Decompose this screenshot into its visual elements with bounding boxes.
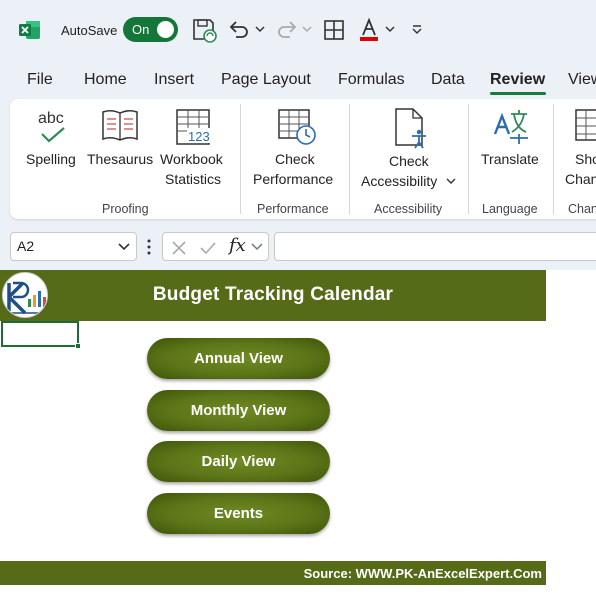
- thesaurus-book-icon: [102, 109, 138, 141]
- workbook-label: Workbook: [160, 151, 223, 167]
- check-label: Check: [389, 153, 429, 169]
- undo-icon[interactable]: [226, 17, 252, 43]
- excel-logo-icon: [19, 21, 40, 39]
- tab-page-layout[interactable]: Page Layout: [221, 71, 311, 89]
- name-box[interactable]: A2: [10, 232, 137, 261]
- group-label-performance: Performance: [257, 202, 329, 216]
- selected-cell-a2[interactable]: [1, 321, 79, 347]
- ribbon-separator: [240, 104, 241, 214]
- pk-logo-icon: [2, 272, 48, 318]
- chevron-down-icon: [446, 178, 456, 184]
- performance-label: Performance: [253, 171, 334, 187]
- changes-label: Chan: [565, 171, 596, 187]
- insert-function-icon[interactable]: fx: [229, 235, 246, 256]
- autosave-label: AutoSave: [61, 23, 118, 38]
- tab-insert[interactable]: Insert: [154, 71, 194, 89]
- formula-controls: fx: [162, 232, 269, 261]
- tab-view[interactable]: View: [568, 71, 596, 89]
- autosave-toggle[interactable]: On: [123, 17, 178, 42]
- ribbon-separator: [349, 104, 350, 214]
- translate-label: Translate: [481, 151, 539, 167]
- redo-dropdown-icon[interactable]: [301, 23, 313, 35]
- tab-data[interactable]: Data: [431, 71, 465, 89]
- check-label: Check: [275, 151, 315, 167]
- redo-icon[interactable]: [274, 17, 300, 43]
- tab-formulas[interactable]: Formulas: [338, 71, 405, 89]
- autosave-state: On: [132, 22, 150, 37]
- dashboard-title: Budget Tracking Calendar: [152, 284, 394, 305]
- font-color-icon[interactable]: [356, 17, 382, 43]
- check-accessibility-icon: [395, 108, 426, 149]
- fill-handle[interactable]: [75, 343, 81, 349]
- active-tab-indicator: [490, 92, 546, 95]
- sheet-bottom-area: [0, 585, 596, 598]
- chevron-down-icon[interactable]: [118, 242, 130, 252]
- workbook-statistics-icon: 123: [176, 109, 212, 145]
- source-link[interactable]: Source: WWW.PK-AnExcelExpert.Com: [304, 566, 542, 581]
- spelling-icon: abc: [38, 110, 65, 143]
- customize-toolbar-icon[interactable]: [411, 23, 423, 35]
- annual-view-button[interactable]: Annual View: [147, 338, 330, 379]
- group-label-changes: Chan: [568, 202, 596, 216]
- borders-icon[interactable]: [321, 17, 347, 43]
- show-changes-icon: [575, 109, 596, 141]
- group-label-proofing: Proofing: [102, 202, 149, 216]
- thesaurus-label: Thesaurus: [87, 151, 154, 167]
- daily-view-button[interactable]: Daily View: [147, 441, 330, 482]
- undo-dropdown-icon[interactable]: [254, 23, 266, 35]
- show-label: Sho: [575, 151, 596, 167]
- check-performance-icon: [278, 109, 316, 145]
- statistics-label: Statistics: [165, 171, 222, 187]
- events-button[interactable]: Events: [147, 493, 330, 534]
- tab-home[interactable]: Home: [84, 71, 127, 89]
- name-box-value: A2: [17, 238, 35, 254]
- translate-icon: [493, 110, 528, 144]
- ribbon-separator: [468, 104, 469, 214]
- tab-file[interactable]: File: [27, 71, 53, 89]
- svg-text:abc: abc: [38, 110, 64, 127]
- tab-review[interactable]: Review: [490, 71, 545, 89]
- accessibility-label: Accessibility: [361, 173, 438, 189]
- formula-input[interactable]: [274, 232, 596, 261]
- title-bar: AutoSave On: [0, 0, 596, 60]
- monthly-view-button[interactable]: Monthly View: [147, 390, 330, 431]
- chevron-down-icon[interactable]: [251, 242, 263, 252]
- cancel-icon[interactable]: [171, 240, 187, 256]
- save-icon[interactable]: [191, 17, 217, 43]
- enter-check-icon[interactable]: [199, 240, 217, 256]
- spelling-label: Spelling: [26, 151, 76, 167]
- toggle-knob: [157, 21, 174, 38]
- ribbon-separator: [553, 104, 554, 214]
- svg-text:123: 123: [188, 129, 210, 144]
- group-label-accessibility: Accessibility: [374, 202, 443, 216]
- group-label-language: Language: [482, 202, 538, 216]
- more-options-icon[interactable]: [146, 237, 152, 257]
- font-color-dropdown-icon[interactable]: [384, 23, 396, 35]
